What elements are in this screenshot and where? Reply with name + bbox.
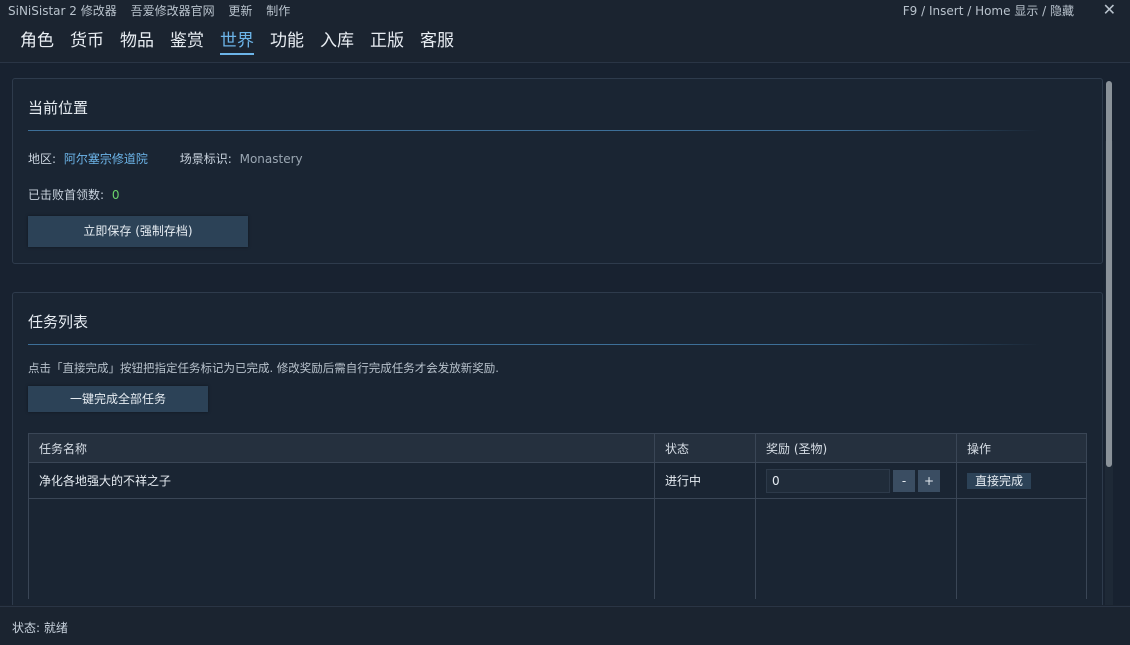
table-row: 净化各地强大的不祥之子 进行中 0- + 直接完成 xyxy=(28,462,1087,499)
bosses-label: 已击败首领数: xyxy=(28,188,105,202)
task-description: 点击「直接完成」按钮把指定任务标记为已完成. 修改奖励后需自行完成任务才会发放新… xyxy=(28,361,499,375)
world-page: 当前位置 地区: 阿尔塞宗修道院 场景标识: Monastery 已击败首领数:… xyxy=(0,62,1130,605)
empty-cell xyxy=(654,498,756,599)
region-value: 阿尔塞宗修道院 xyxy=(63,152,148,166)
empty-cell xyxy=(755,498,957,599)
task-name: 净化各地强大的不祥之子 xyxy=(28,462,655,499)
tab-support[interactable]: 客服 xyxy=(420,26,454,53)
save-now-button[interactable]: 立即保存 (强制存档) xyxy=(28,216,248,247)
scene-label: 场景标识: xyxy=(179,152,232,166)
region-row: 地区: 阿尔塞宗修道院 场景标识: Monastery xyxy=(28,150,303,167)
empty-cell xyxy=(956,498,1087,599)
bosses-value: 0 xyxy=(111,188,120,202)
scene-value: Monastery xyxy=(239,152,303,166)
title-bar-left: SiNiSistar 2 修改器 吾爱修改器官网 更新 制作 xyxy=(8,2,300,19)
task-table: 任务名称 状态 奖励 (圣物) 操作 净化各地强大的不祥之子 进行中 0- + 直… xyxy=(28,433,1087,599)
reward-decrement-button[interactable]: - xyxy=(893,469,915,492)
current-location-title: 当前位置 xyxy=(28,99,89,117)
complete-all-tasks-button[interactable]: 一键完成全部任务 xyxy=(28,386,208,412)
section-divider xyxy=(28,344,1040,345)
column-header-status: 状态 xyxy=(654,433,756,463)
tab-currency[interactable]: 货币 xyxy=(70,26,104,53)
task-reward-cell: 0- + xyxy=(755,462,957,499)
column-header-reward: 奖励 (圣物) xyxy=(755,433,957,463)
task-list-panel: 任务列表 点击「直接完成」按钮把指定任务标记为已完成. 修改奖励后需自行完成任务… xyxy=(12,292,1103,605)
column-header-name: 任务名称 xyxy=(28,433,655,463)
tab-features[interactable]: 功能 xyxy=(270,26,304,53)
app-title: SiNiSistar 2 修改器 xyxy=(8,4,117,18)
task-status: 进行中 xyxy=(654,462,756,499)
update-link[interactable]: 更新 xyxy=(228,4,252,18)
hotkey-hint: F9 / Insert / Home 显示 / 隐藏 xyxy=(902,4,1074,18)
close-icon[interactable]: ✕ xyxy=(1103,0,1116,19)
tab-character[interactable]: 角色 xyxy=(20,26,54,53)
status-bar: 状态: 就绪 xyxy=(0,606,1130,645)
bosses-row: 已击败首领数: 0 xyxy=(28,186,120,203)
tab-gallery[interactable]: 鉴赏 xyxy=(170,26,204,53)
tab-items[interactable]: 物品 xyxy=(120,26,154,53)
scrollbar-thumb[interactable] xyxy=(1106,81,1112,467)
table-header-row: 任务名称 状态 奖励 (圣物) 操作 xyxy=(28,433,1087,463)
task-action-cell: 直接完成 xyxy=(956,462,1087,499)
column-header-action: 操作 xyxy=(956,433,1087,463)
region-label: 地区: xyxy=(28,152,57,166)
tab-world[interactable]: 世界 xyxy=(220,26,254,55)
status-text: 状态: 就绪 xyxy=(12,621,68,635)
table-empty-row xyxy=(28,498,1087,599)
tab-genuine[interactable]: 正版 xyxy=(370,26,404,53)
section-divider xyxy=(28,130,1040,131)
reward-input[interactable]: 0 xyxy=(766,468,890,493)
task-list-title: 任务列表 xyxy=(28,313,89,331)
title-bar: SiNiSistar 2 修改器 吾爱修改器官网 更新 制作 F9 / Inse… xyxy=(0,0,1130,19)
credits-link[interactable]: 制作 xyxy=(266,4,290,18)
current-location-panel: 当前位置 地区: 阿尔塞宗修道院 场景标识: Monastery 已击败首领数:… xyxy=(12,78,1103,264)
tab-library[interactable]: 入库 xyxy=(320,26,354,53)
empty-cell xyxy=(28,498,655,599)
official-site-link[interactable]: 吾爱修改器官网 xyxy=(131,4,215,18)
complete-task-button[interactable]: 直接完成 xyxy=(967,472,1032,489)
main-nav: 角色 货币 物品 鉴赏 世界 功能 入库 正版 客服 xyxy=(0,20,1130,60)
reward-increment-button[interactable]: + xyxy=(918,469,940,492)
